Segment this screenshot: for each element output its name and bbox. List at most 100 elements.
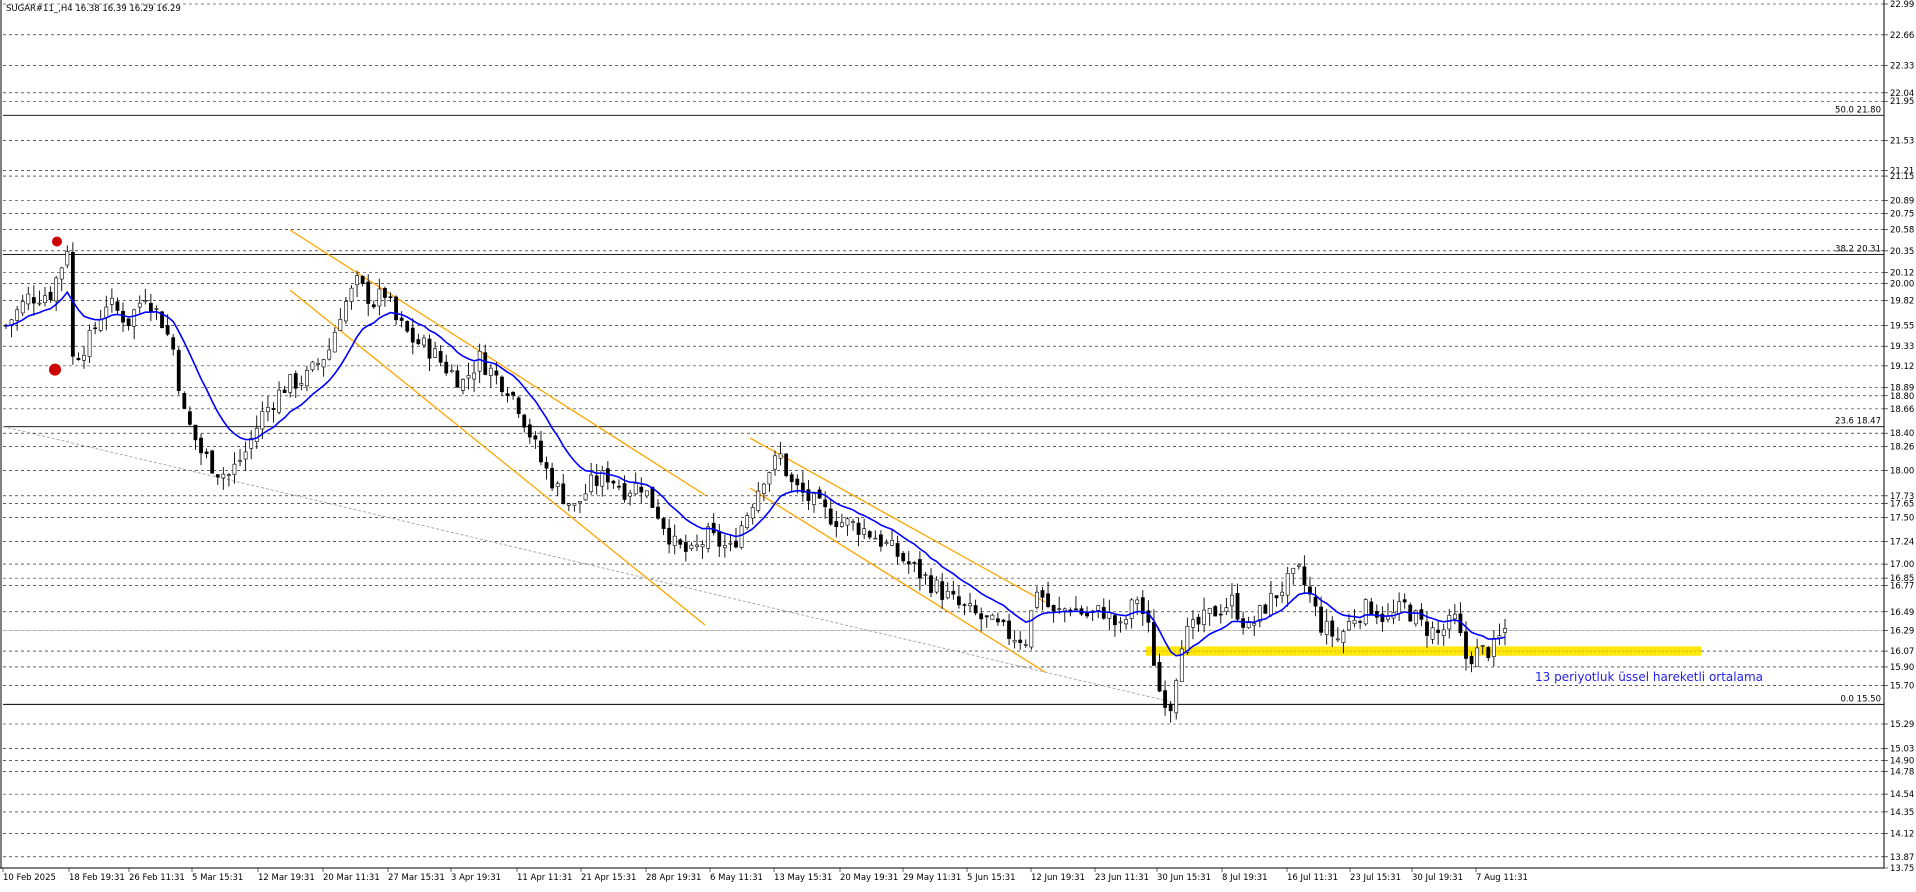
candle-body xyxy=(761,483,766,494)
candle-body xyxy=(1062,608,1067,612)
candle-body xyxy=(806,489,811,502)
candle-body xyxy=(550,467,555,489)
candle-body xyxy=(956,596,961,606)
candle-body xyxy=(1430,627,1435,640)
candle-body xyxy=(1113,615,1117,626)
candle-body xyxy=(1174,680,1179,714)
x-tick-label: 21 Apr 15:31 xyxy=(581,873,636,883)
y-tick-label: 15.70 xyxy=(1890,682,1914,692)
candle-body xyxy=(700,544,705,548)
candle-body xyxy=(254,427,259,442)
y-tick-label: 20.35 xyxy=(1890,247,1914,257)
candle-body xyxy=(1280,591,1285,596)
candle-body xyxy=(1196,616,1201,625)
y-tick-label: 15.90 xyxy=(1890,663,1914,673)
candle-body xyxy=(1341,631,1346,643)
candle-body xyxy=(187,411,192,425)
candle-body xyxy=(438,351,443,363)
candle-body xyxy=(527,424,532,438)
candle-body xyxy=(756,490,761,511)
candle-body xyxy=(488,367,493,376)
candle-body xyxy=(1480,644,1485,647)
candle-body xyxy=(628,492,633,497)
candle-body xyxy=(856,522,861,535)
candle-body xyxy=(940,581,945,600)
candle-body xyxy=(1296,564,1301,567)
candle-body xyxy=(845,518,850,526)
candle-body xyxy=(873,537,878,540)
candle-body xyxy=(1352,619,1357,625)
candle-body xyxy=(377,288,382,307)
candle-body xyxy=(332,331,337,353)
candle-body xyxy=(878,534,883,547)
candle-body xyxy=(505,393,510,396)
y-tick-label: 13.75 xyxy=(1890,864,1914,874)
candle-body xyxy=(293,373,298,389)
candle-body xyxy=(171,337,176,350)
candle-body xyxy=(1129,599,1134,619)
candle-body xyxy=(1363,599,1368,625)
x-tick-label: 3 Apr 19:31 xyxy=(451,873,501,883)
y-tick-label: 14.35 xyxy=(1890,808,1914,818)
candle-body xyxy=(984,615,989,618)
candle-body xyxy=(277,389,281,413)
fib-level-label: 50.0 21.80 xyxy=(1835,105,1881,115)
fib-level-label: 23.6 18.47 xyxy=(1835,417,1881,427)
candle-body xyxy=(427,338,432,359)
ema-annotation: 13 periyotluk üssel hareketli ortalama xyxy=(1535,670,1763,684)
candle-body xyxy=(945,590,950,599)
candle-body xyxy=(672,535,677,546)
candle-body xyxy=(906,561,911,565)
y-tick-label: 15.03 xyxy=(1890,744,1914,754)
candle-body xyxy=(1330,620,1335,637)
candle-body xyxy=(611,480,616,484)
candle-body xyxy=(1035,591,1039,608)
candle-body xyxy=(1224,607,1229,612)
candle-body xyxy=(867,531,872,538)
candle-body xyxy=(20,301,25,314)
candle-body xyxy=(1313,596,1318,607)
y-tick-label: 22.99 xyxy=(1890,0,1914,10)
candle-body xyxy=(544,462,549,469)
candle-body xyxy=(1096,605,1101,611)
candle-body xyxy=(1397,601,1402,615)
x-tick-label: 29 May 11:31 xyxy=(903,873,961,883)
candle-body xyxy=(215,474,220,478)
candle-body xyxy=(968,603,972,607)
candle-body xyxy=(555,483,560,487)
candle-body xyxy=(689,544,694,549)
candle-body xyxy=(1202,609,1206,625)
y-tick-label: 16.29 xyxy=(1890,626,1914,636)
candle-body xyxy=(344,301,348,322)
candle-body xyxy=(516,397,521,415)
candle-body xyxy=(1023,644,1028,646)
candle-body xyxy=(951,590,956,595)
candle-body xyxy=(561,483,566,504)
candle-body xyxy=(1469,655,1474,665)
candle-body xyxy=(154,308,159,310)
candle-body xyxy=(176,349,181,392)
candle-body xyxy=(383,288,387,298)
candle-body xyxy=(132,309,137,327)
candle-body xyxy=(979,613,984,620)
y-tick-label: 18.26 xyxy=(1890,442,1914,452)
candle-body xyxy=(1369,601,1374,615)
y-tick-label: 18.00 xyxy=(1890,467,1914,477)
candle-body xyxy=(422,337,426,346)
candle-body xyxy=(282,389,287,393)
y-tick-label: 14.12 xyxy=(1890,829,1914,839)
candle-body xyxy=(823,499,828,508)
candle-body xyxy=(1347,621,1351,631)
candle-body xyxy=(572,503,577,506)
candle-body xyxy=(43,295,47,303)
candle-body xyxy=(1269,593,1273,616)
candle-body xyxy=(360,275,365,284)
candle-body xyxy=(472,372,476,380)
candle-body xyxy=(650,486,655,508)
fib-level-label: 0.0 15.50 xyxy=(1840,694,1881,704)
candle-body xyxy=(661,518,666,529)
candle-body xyxy=(784,453,789,477)
candle-body xyxy=(728,542,733,545)
candle-body xyxy=(1185,625,1190,653)
candle-body xyxy=(15,309,20,321)
